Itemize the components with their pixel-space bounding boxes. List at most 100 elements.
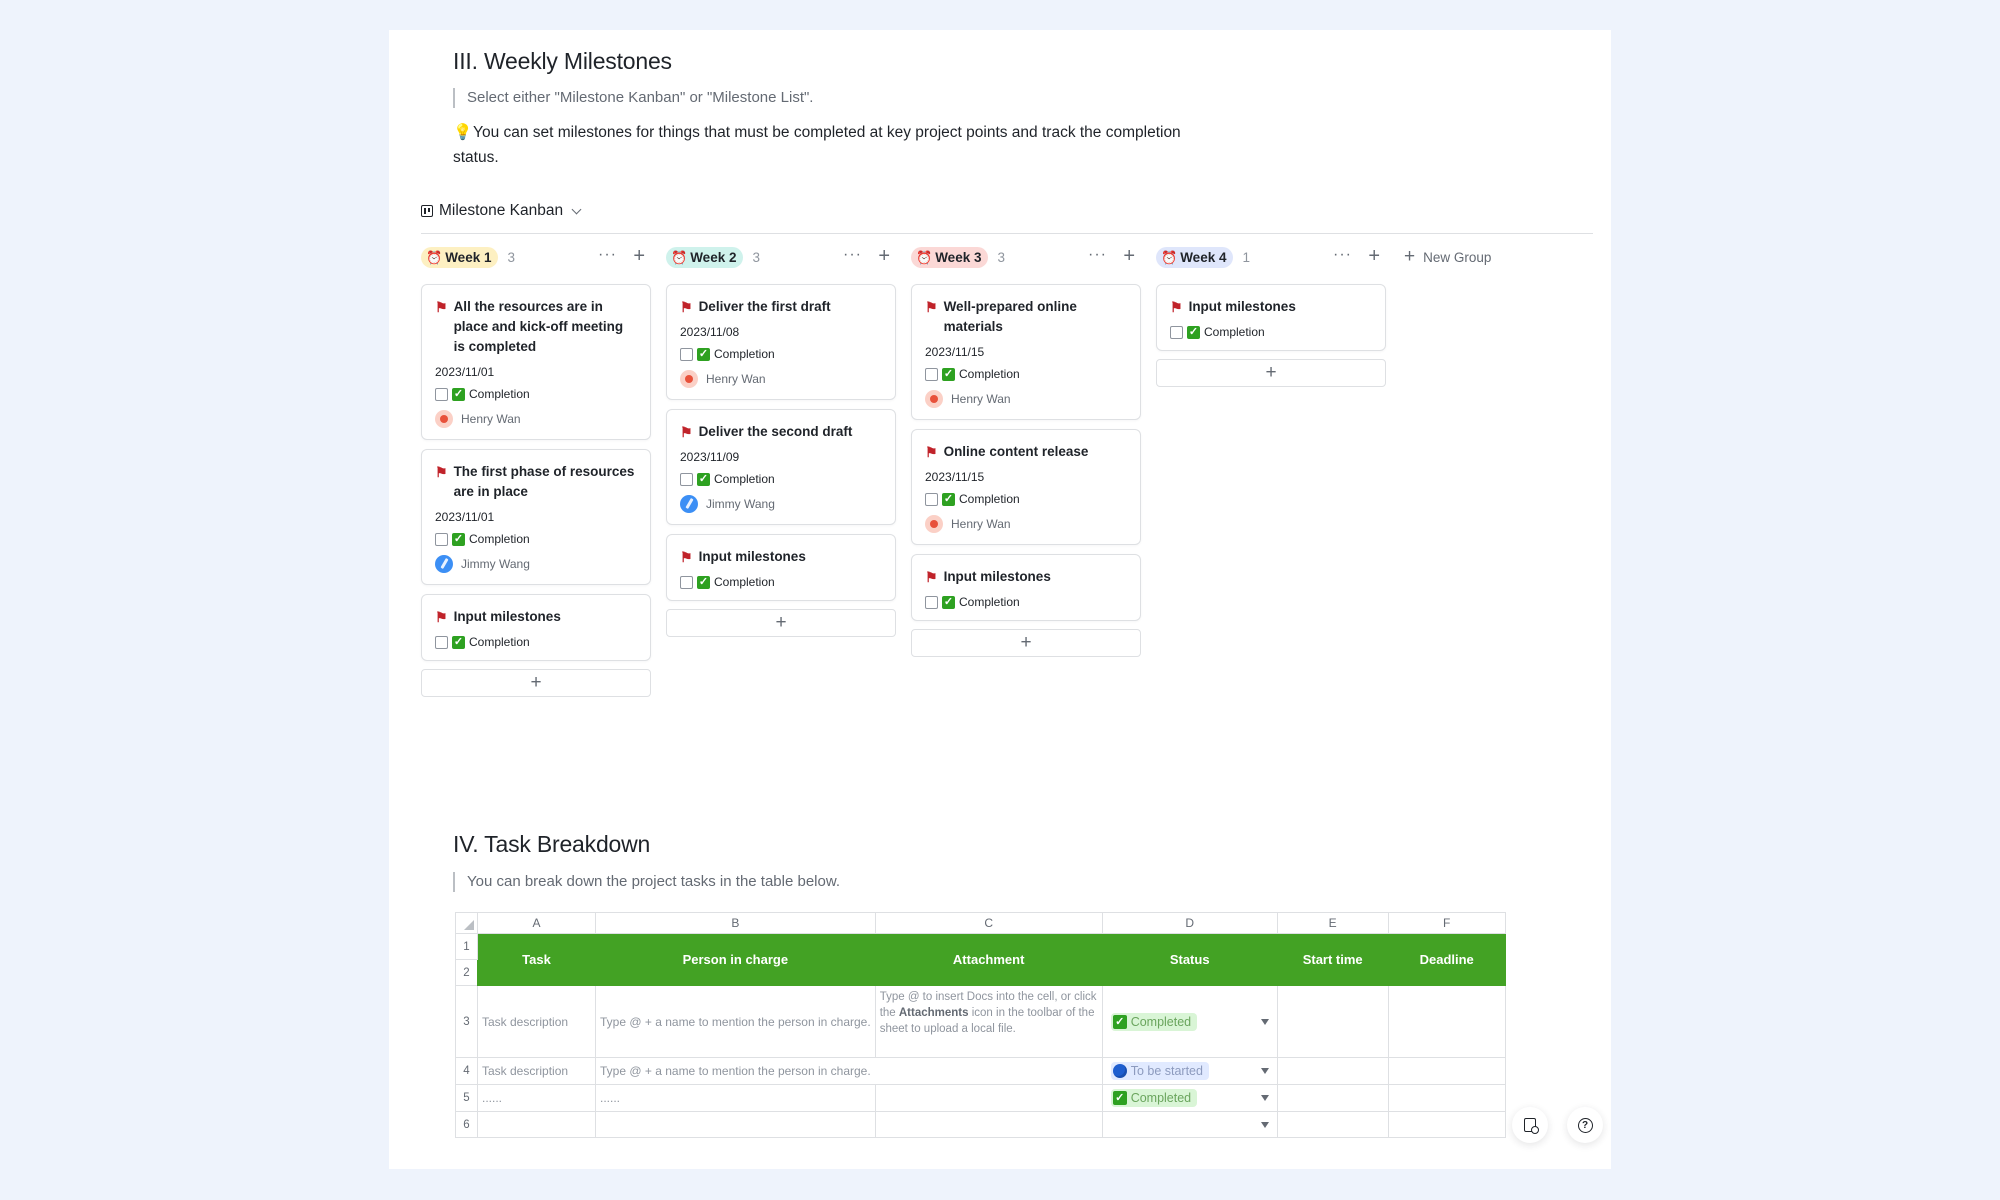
add-record-icon[interactable]: + — [878, 246, 890, 266]
column-letter[interactable]: F — [1387, 912, 1506, 934]
task-cell[interactable]: Task description — [477, 1057, 596, 1085]
completion-checkbox[interactable] — [1170, 325, 1183, 339]
dropdown-caret-icon[interactable] — [1260, 1121, 1269, 1128]
add-record-icon[interactable]: + — [633, 246, 645, 266]
more-options-icon[interactable]: ··· — [1333, 247, 1352, 263]
kanban-column-week-2: ⏰ Week 2 3 ··· + ⚑ Deliver the first draft… — [666, 242, 896, 637]
column-letter[interactable]: A — [477, 912, 596, 934]
header-start-time[interactable]: Start time — [1276, 933, 1389, 986]
task-cell[interactable]: Task description — [477, 985, 596, 1058]
attachment-cell[interactable] — [874, 1084, 1103, 1112]
person-cell[interactable]: Type @ + a name to mention the person in… — [595, 985, 876, 1058]
start-time-cell[interactable] — [1276, 1111, 1389, 1138]
column-letter[interactable]: D — [1101, 912, 1278, 934]
completion-checkbox[interactable] — [435, 635, 448, 649]
column-letter[interactable]: B — [595, 912, 876, 934]
person-cell[interactable]: ...... — [595, 1084, 876, 1112]
status-cell[interactable]: To be started — [1101, 1057, 1278, 1085]
status-cell[interactable]: ✓ Completed — [1101, 1084, 1278, 1112]
dropdown-caret-icon[interactable] — [1260, 1018, 1269, 1025]
card-date: 2023/11/15 — [925, 470, 985, 484]
add-card-button[interactable]: + — [911, 629, 1141, 657]
person-cell[interactable] — [595, 1111, 876, 1138]
completion-checkbox[interactable] — [680, 472, 693, 486]
dropdown-caret-icon[interactable] — [1260, 1095, 1269, 1101]
header-task[interactable]: Task — [477, 933, 596, 986]
milestone-card[interactable]: ⚑ Input milestones ✓ Completion — [421, 594, 651, 661]
deadline-cell[interactable] — [1387, 985, 1506, 1058]
group-chip[interactable]: ⏰ Week 3 — [911, 246, 989, 268]
completion-checkbox[interactable] — [925, 492, 938, 506]
alarm-clock-icon: ⏰ — [1161, 249, 1178, 265]
row-number[interactable]: 4 — [455, 1057, 478, 1085]
flag-icon: ⚑ — [680, 549, 693, 565]
milestone-card[interactable]: ⚑ All the resources are in place and kick… — [421, 284, 651, 440]
section-title-milestones: III. Weekly Milestones — [453, 48, 672, 74]
group-chip[interactable]: ⏰ Week 1 — [421, 246, 499, 268]
dropdown-caret-icon[interactable] — [1260, 1068, 1269, 1074]
deadline-cell[interactable] — [1387, 1057, 1506, 1085]
more-options-icon[interactable]: ··· — [1088, 247, 1107, 263]
header-person[interactable]: Person in charge — [595, 933, 876, 986]
milestone-card[interactable]: ⚑ Deliver the second draft 2023/11/09 ✓ Co… — [666, 409, 896, 525]
more-options-icon[interactable]: ··· — [598, 247, 617, 263]
attachment-cell[interactable] — [874, 1111, 1103, 1138]
deadline-cell[interactable] — [1387, 1111, 1506, 1138]
start-time-cell[interactable] — [1276, 1057, 1389, 1085]
row-number[interactable]: 1 — [455, 933, 478, 960]
task-cell[interactable]: ...... — [477, 1084, 596, 1112]
completion-label: Completion — [469, 387, 530, 401]
add-record-icon[interactable]: + — [1368, 246, 1380, 266]
add-card-button[interactable]: + — [1156, 359, 1386, 387]
person-field: Henry Wan — [925, 390, 1127, 408]
row-number[interactable]: 3 — [455, 985, 478, 1058]
group-label: Week 3 — [935, 249, 982, 265]
milestone-card[interactable]: ⚑ Online content release 2023/11/15 ✓ Comp… — [911, 429, 1141, 545]
column-letter[interactable]: E — [1276, 912, 1389, 934]
task-cell[interactable] — [477, 1111, 596, 1138]
more-options-icon[interactable]: ··· — [843, 247, 862, 263]
attachment-cell[interactable]: Type @ to insert Docs into the cell, or … — [874, 985, 1103, 1058]
completion-checkbox[interactable] — [925, 367, 938, 381]
document-tools-button[interactable] — [1512, 1107, 1548, 1143]
group-chip[interactable]: ⏰ Week 2 — [666, 246, 744, 268]
column-letter[interactable]: C — [874, 912, 1103, 934]
person-cell[interactable]: Type @ + a name to mention the person in… — [595, 1057, 1103, 1085]
status-cell[interactable]: ✓ Completed — [1101, 985, 1278, 1058]
milestone-card[interactable]: ⚑ Input milestones ✓ Completion — [1156, 284, 1386, 351]
milestone-card[interactable]: ⚑ Input milestones ✓ Completion — [666, 534, 896, 601]
milestone-card[interactable]: ⚑ Well-prepared online materials 2023/11/… — [911, 284, 1141, 420]
add-card-button[interactable]: + — [666, 609, 896, 637]
help-button[interactable]: ? — [1567, 1107, 1603, 1143]
row-number[interactable]: 2 — [455, 959, 478, 986]
start-time-cell[interactable] — [1276, 1084, 1389, 1112]
add-record-icon[interactable]: + — [1123, 246, 1135, 266]
milestone-card[interactable]: ⚑ The first phase of resources are in pla… — [421, 449, 651, 585]
select-all-corner[interactable] — [455, 912, 478, 934]
milestone-card[interactable]: ⚑ Deliver the first draft 2023/11/08 ✓ Com… — [666, 284, 896, 400]
completion-checkbox[interactable] — [680, 575, 693, 589]
group-chip[interactable]: ⏰ Week 4 — [1156, 246, 1234, 268]
blue-circle-icon — [1112, 1063, 1127, 1078]
status-cell[interactable] — [1101, 1111, 1278, 1138]
row-number[interactable]: 6 — [455, 1111, 478, 1138]
header-attachment[interactable]: Attachment — [874, 933, 1103, 986]
milestone-card[interactable]: ⚑ Input milestones ✓ Completion — [911, 554, 1141, 621]
new-group-button[interactable]: + New Group — [1404, 242, 1491, 272]
card-title-text: Deliver the first draft — [698, 299, 831, 314]
avatar — [680, 370, 698, 388]
deadline-cell[interactable] — [1387, 1084, 1506, 1112]
completion-checkbox[interactable] — [925, 595, 938, 609]
check-mark-icon: ✓ — [1112, 1091, 1127, 1105]
header-status[interactable]: Status — [1101, 933, 1278, 986]
view-switcher[interactable]: Milestone Kanban — [421, 200, 582, 222]
row-number[interactable]: 5 — [455, 1084, 478, 1112]
header-deadline[interactable]: Deadline — [1387, 933, 1506, 986]
completion-checkbox[interactable] — [435, 387, 448, 401]
completion-checkbox[interactable] — [680, 347, 693, 361]
avatar — [925, 390, 943, 408]
start-time-cell[interactable] — [1276, 985, 1389, 1058]
completion-checkbox[interactable] — [435, 532, 448, 546]
add-card-button[interactable]: + — [421, 669, 651, 697]
avatar — [435, 410, 453, 428]
